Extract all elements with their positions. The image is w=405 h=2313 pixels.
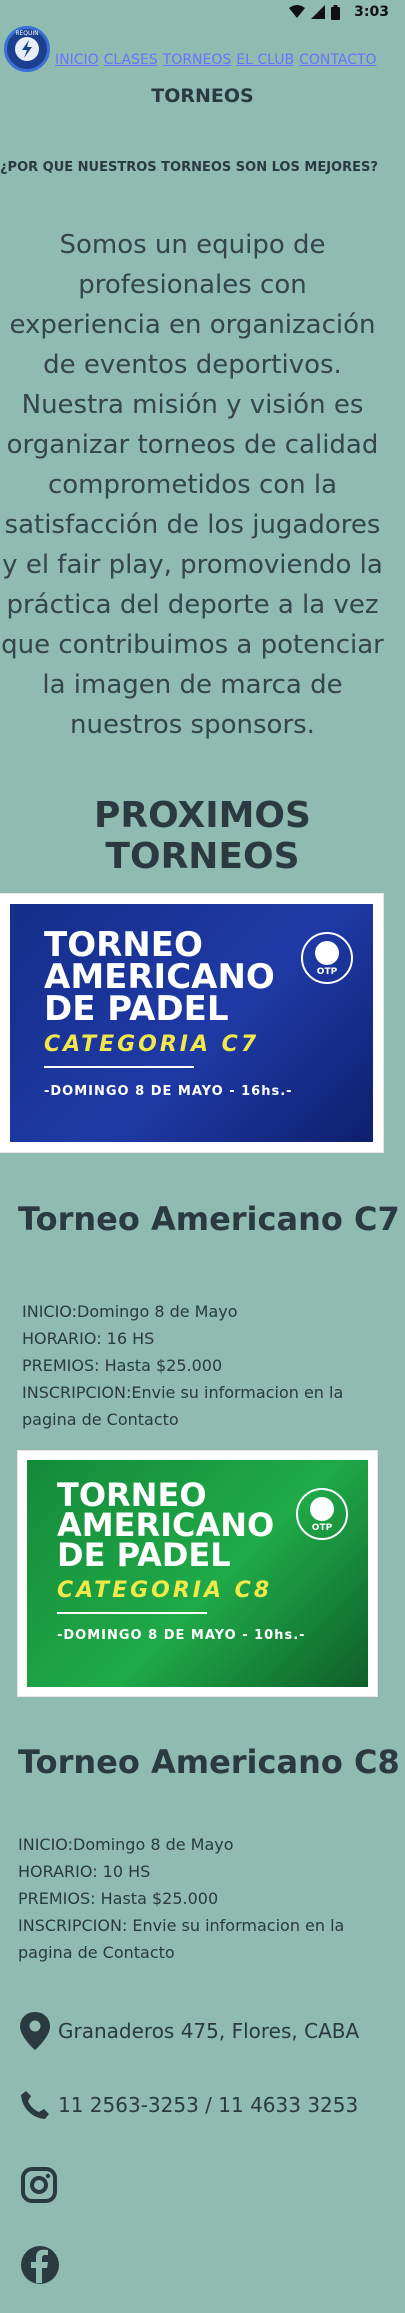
banner-category: CATEGORIA C8: [57, 1578, 273, 1603]
battery-icon: [331, 4, 341, 20]
nav-link-el-club[interactable]: EL CLUB: [236, 52, 294, 68]
nav-link-inicio[interactable]: INICIO: [55, 52, 99, 68]
status-time: 3:03: [354, 4, 389, 20]
intro-question: ¿POR QUE NUESTROS TORNEOS SON LOS MEJORE…: [0, 160, 378, 175]
banner-divider: [57, 1612, 207, 1614]
facebook-link[interactable]: [20, 2245, 60, 2285]
address-text: Granaderos 475, Flores, CABA: [58, 2019, 360, 2043]
badge-text: OTP: [311, 1523, 333, 1533]
intro-text: Somos un equipo de profesionales con exp…: [1, 230, 384, 740]
tournament-info-c8: INICIO:Domingo 8 de Mayo HORARIO: 10 HS …: [18, 1831, 393, 1966]
contact-phone: 11 2563-3253 / 11 4633 3253: [20, 2090, 358, 2120]
banner-category: CATEGORIA C7: [44, 1032, 260, 1057]
signal-icon: [311, 5, 326, 19]
info-inicio: INICIO:Domingo 8 de Mayo: [22, 1302, 238, 1321]
status-icons: 3:03: [289, 4, 389, 20]
nav-link-contacto[interactable]: CONTACTO: [299, 52, 376, 68]
instagram-link[interactable]: [20, 2166, 58, 2204]
facebook-icon: [21, 2246, 59, 2284]
info-inscripcion: INSCRIPCION: Envie su informacion en la …: [18, 1916, 345, 1962]
info-premios: PREMIOS: Hasta $25.000: [22, 1356, 223, 1375]
location-pin-icon: [20, 2012, 50, 2050]
otp-badge-icon: OTP: [301, 932, 353, 984]
phone-icon: [21, 2091, 49, 2119]
banner-date: -DOMINGO 8 DE MAYO - 10hs.-: [57, 1628, 306, 1643]
site-logo[interactable]: REQUIN: [4, 26, 50, 72]
main-nav: INICIO CLASES TORNEOS EL CLUB CONTACTO: [55, 52, 377, 68]
banner-title: TORNEO AMERICANO DE PADEL: [44, 928, 275, 1029]
info-horario: HORARIO: 10 HS: [18, 1862, 151, 1881]
contact-address: Granaderos 475, Flores, CABA: [20, 2012, 359, 2050]
banner-title: TORNEO AMERICANO DE PADEL: [57, 1479, 274, 1574]
tournament-banner-c7: TORNEO AMERICANO DE PADEL CATEGORIA C7 -…: [10, 904, 373, 1142]
logo-text: REQUIN: [15, 30, 39, 37]
tournament-heading-c7: Torneo Americano C7: [18, 1200, 400, 1238]
banner-title-line-3: DE PADEL: [57, 1536, 231, 1574]
info-inscripcion: INSCRIPCION:Envie su informacion en la p…: [22, 1383, 344, 1429]
tennis-ball-icon: [315, 941, 339, 965]
tournament-card-c8: TORNEO AMERICANO DE PADEL CATEGORIA C8 -…: [18, 1451, 377, 1696]
banner-title-line-3: DE PADEL: [44, 989, 229, 1029]
info-inicio: INICIO:Domingo 8 de Mayo: [18, 1835, 234, 1854]
badge-text: OTP: [316, 967, 338, 977]
nav-link-clases[interactable]: CLASES: [104, 52, 158, 68]
status-bar: 3:03: [0, 0, 405, 28]
section-title: PROXIMOS TORNEOS: [94, 795, 311, 877]
tournament-banner-c8: TORNEO AMERICANO DE PADEL CATEGORIA C8 -…: [27, 1460, 368, 1687]
phone-text[interactable]: 11 2563-3253 / 11 4633 3253: [58, 2093, 358, 2117]
tennis-ball-icon: [310, 1497, 334, 1521]
info-horario: HORARIO: 16 HS: [22, 1329, 155, 1348]
nav-link-torneos[interactable]: TORNEOS: [163, 52, 232, 68]
banner-date: -DOMINGO 8 DE MAYO - 16hs.-: [44, 1084, 293, 1099]
tournament-info-c7: INICIO:Domingo 8 de Mayo HORARIO: 16 HS …: [22, 1298, 382, 1433]
banner-divider: [44, 1066, 194, 1068]
wifi-icon: [289, 5, 306, 18]
info-premios: PREMIOS: Hasta $25.000: [18, 1889, 219, 1908]
otp-badge-icon: OTP: [296, 1488, 348, 1540]
tournament-heading-c8: Torneo Americano C8: [18, 1743, 400, 1781]
logo-emblem: [15, 37, 39, 61]
tournament-card-c7: TORNEO AMERICANO DE PADEL CATEGORIA C7 -…: [0, 894, 383, 1152]
instagram-icon: [21, 2167, 57, 2203]
page-title: TORNEOS: [151, 85, 254, 107]
